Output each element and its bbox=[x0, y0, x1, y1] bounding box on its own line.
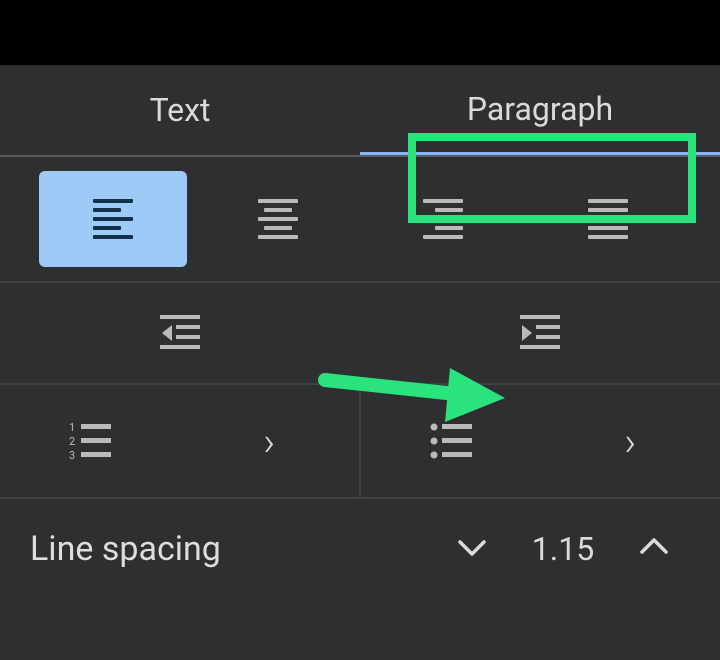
alignment-row bbox=[0, 157, 720, 283]
bulleted-list-icon bbox=[430, 421, 472, 461]
indent-row bbox=[0, 283, 720, 385]
chevron-up-icon bbox=[639, 537, 669, 557]
line-spacing-row: Line spacing 1.15 bbox=[0, 499, 720, 599]
align-justify-icon bbox=[588, 199, 628, 239]
chevron-down-icon bbox=[457, 537, 487, 557]
align-right-button[interactable] bbox=[369, 171, 517, 267]
line-spacing-decrease-button[interactable] bbox=[436, 537, 508, 561]
increase-indent-button[interactable] bbox=[360, 313, 720, 353]
align-justify-button[interactable] bbox=[534, 171, 682, 267]
tabs-bar: Text Paragraph bbox=[0, 65, 720, 157]
align-center-icon bbox=[258, 199, 298, 239]
align-left-button[interactable] bbox=[39, 171, 187, 267]
device-status-bar bbox=[0, 0, 720, 65]
align-center-button[interactable] bbox=[204, 171, 352, 267]
chevron-right-icon: › bbox=[263, 418, 275, 465]
line-spacing-label: Line spacing bbox=[30, 529, 436, 569]
numbered-list-button[interactable]: 1 2 3 bbox=[0, 385, 180, 497]
svg-text:2: 2 bbox=[69, 435, 75, 448]
decrease-indent-icon bbox=[160, 313, 200, 353]
tab-paragraph[interactable]: Paragraph bbox=[360, 65, 720, 155]
numbered-list-icon: 1 2 3 bbox=[69, 421, 111, 461]
numbered-list-options-button[interactable]: › bbox=[180, 385, 360, 497]
lists-row: 1 2 3 › bbox=[0, 385, 720, 499]
svg-text:1: 1 bbox=[69, 421, 75, 434]
decrease-indent-button[interactable] bbox=[0, 313, 360, 353]
increase-indent-icon bbox=[520, 313, 560, 353]
format-panel: Text Paragraph bbox=[0, 65, 720, 660]
tab-text[interactable]: Text bbox=[0, 65, 360, 155]
bulleted-list-options-button[interactable]: › bbox=[541, 385, 720, 497]
bulleted-list-button[interactable] bbox=[361, 385, 541, 497]
line-spacing-value: 1.15 bbox=[508, 530, 618, 568]
chevron-right-icon: › bbox=[624, 418, 636, 465]
align-right-icon bbox=[423, 199, 463, 239]
align-left-icon bbox=[93, 199, 133, 239]
svg-text:3: 3 bbox=[69, 449, 75, 461]
line-spacing-increase-button[interactable] bbox=[618, 537, 690, 561]
